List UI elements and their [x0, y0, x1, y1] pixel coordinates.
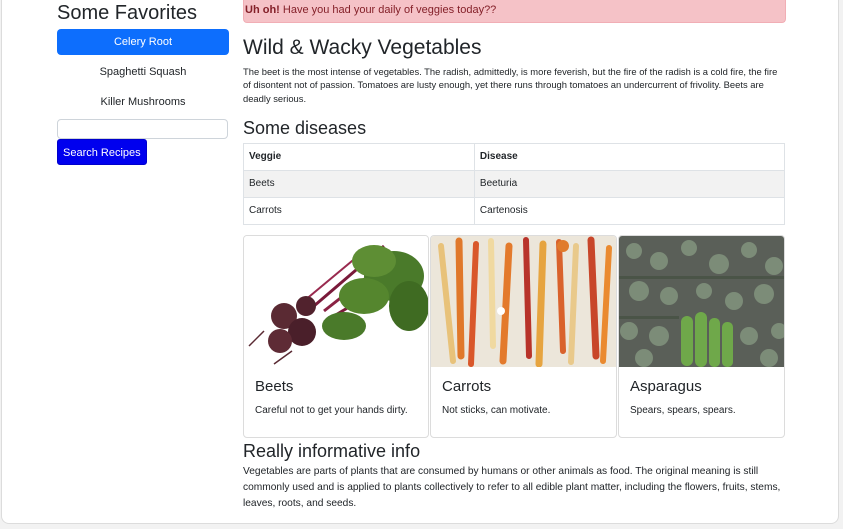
- table-header-row: Veggie Disease: [243, 142, 786, 171]
- info-heading: Really informative info: [243, 440, 421, 461]
- table-row: Carrots Cartenosis: [243, 196, 786, 225]
- card-title-asparagus: Asparagus: [630, 377, 702, 395]
- veggie-cards: Beets Careful not to get your hands dirt…: [243, 234, 786, 438]
- table-cell: Carrots: [243, 196, 475, 225]
- table-header: Disease: [473, 142, 786, 171]
- card-asparagus: Asparagus Spears, spears, spears.: [618, 234, 785, 438]
- main-content: Uh oh! Have you had your daily of veggie…: [243, 0, 786, 512]
- sidebar: Some Favorites Celery Root Spaghetti Squ…: [57, 0, 229, 165]
- sidebar-item-spaghetti-squash[interactable]: Spaghetti Squash: [57, 59, 229, 85]
- page-frame: Some Favorites Celery Root Spaghetti Squ…: [1, 0, 839, 524]
- diseases-table: Veggie Disease Beets Beeturia Carrots Ca…: [243, 142, 786, 225]
- veggie-alert: Uh oh! Have you had your daily of veggie…: [243, 0, 786, 23]
- card-title-carrots: Carrots: [442, 377, 492, 395]
- alert-text: Have you had your daily of veggies today…: [279, 4, 497, 16]
- card-beets: Beets Careful not to get your hands dirt…: [243, 234, 429, 438]
- sidebar-item-killer-mushrooms[interactable]: Killer Mushrooms: [57, 89, 229, 115]
- card-title-beets: Beets: [255, 377, 294, 395]
- carrots-image: [431, 235, 616, 367]
- table-cell: Beeturia: [473, 169, 786, 198]
- table-header: Veggie: [243, 142, 475, 171]
- intro-paragraph: The beet is the most intense of vegetabl…: [243, 66, 778, 104]
- search-recipes-button[interactable]: Search Recipes: [57, 139, 147, 165]
- alert-strong: Uh oh!: [245, 4, 280, 16]
- asparagus-image: [619, 235, 784, 367]
- card-text-beets: Careful not to get your hands dirty.: [255, 404, 408, 416]
- info-paragraph: Vegetables are parts of plants that are …: [243, 465, 781, 509]
- card-text-carrots: Not sticks, can motivate.: [442, 404, 551, 416]
- card-text-asparagus: Spears, spears, spears.: [630, 404, 736, 416]
- favorites-nav: Celery Root Spaghetti Squash Killer Mush…: [57, 29, 229, 115]
- sidebar-title: Some Favorites: [57, 2, 198, 24]
- sidebar-item-celery-root[interactable]: Celery Root: [57, 29, 229, 55]
- page-title: Wild & Wacky Vegetables: [243, 36, 482, 59]
- table-cell: Cartenosis: [473, 196, 786, 225]
- search-input[interactable]: [57, 119, 228, 139]
- table-row: Beets Beeturia: [243, 169, 786, 198]
- beets-image: [244, 235, 428, 367]
- card-carrots: Carrots Not sticks, can motivate.: [430, 234, 617, 438]
- table-cell: Beets: [243, 169, 475, 198]
- diseases-heading: Some diseases: [243, 117, 367, 138]
